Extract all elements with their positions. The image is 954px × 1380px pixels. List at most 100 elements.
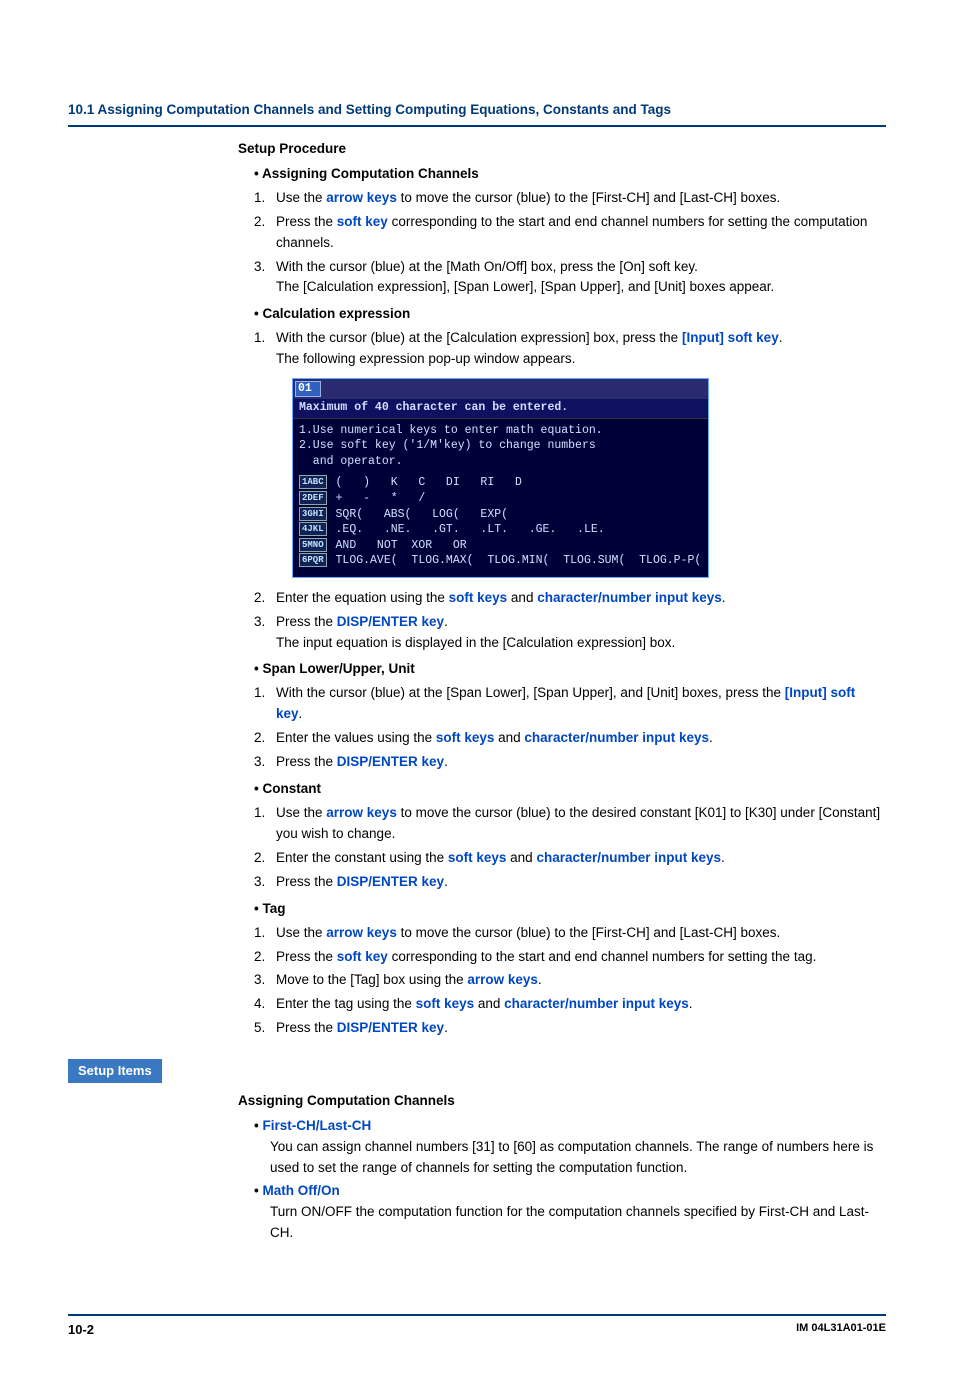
popup-inst1: 1.Use numerical keys to enter math equat… (299, 423, 702, 439)
text: Enter the constant using the (276, 850, 448, 865)
text: Press the (276, 214, 337, 229)
page-number: 10-2 (68, 1320, 94, 1340)
text: and (506, 850, 536, 865)
first-ch-link[interactable]: First-CH/Last-CH (262, 1118, 371, 1133)
text: . (299, 706, 303, 721)
span-title: Span Lower/Upper, Unit (262, 661, 414, 676)
calc-title: Calculation expression (262, 306, 410, 321)
row: ( ) K C DI RI D (329, 476, 522, 489)
text: Use the (276, 805, 326, 820)
disp-enter-link[interactable]: DISP/ENTER key (337, 754, 444, 769)
setup-assign-title: Assigning Computation Channels (238, 1091, 884, 1112)
text: The following expression pop-up window a… (276, 351, 575, 366)
span-step-1: 1. With the cursor (blue) at the [Span L… (254, 683, 884, 725)
disp-enter-link[interactable]: DISP/ENTER key (337, 614, 444, 629)
char-keys-link[interactable]: character/number input keys (504, 996, 689, 1011)
soft-keys-link[interactable]: soft keys (436, 730, 495, 745)
text: . (538, 972, 542, 987)
assign-step-1: 1. Use the arrow keys to move the cursor… (254, 188, 884, 209)
text: With the cursor (blue) at the [Calculati… (276, 330, 682, 345)
doc-id: IM 04L31A01-01E (796, 1320, 886, 1340)
expression-popup: 01 Maximum of 40 character can be entere… (292, 378, 709, 578)
calc-step-3: 3. Press the DISP/ENTER key. The input e… (254, 612, 884, 654)
tag-step-3: 3. Move to the [Tag] box using the arrow… (254, 970, 884, 991)
text: to move the cursor (blue) to the [First-… (397, 925, 780, 940)
char-keys-link[interactable]: character/number input keys (537, 590, 722, 605)
disp-enter-link[interactable]: DISP/ENTER key (337, 1020, 444, 1035)
text: . (722, 590, 726, 605)
text: corresponding to the start and end chann… (388, 949, 817, 964)
text: With the cursor (blue) at the [Math On/O… (276, 259, 698, 274)
row: + - * / (329, 492, 426, 505)
const-step-1: 1. Use the arrow keys to move the cursor… (254, 803, 884, 845)
char-keys-link[interactable]: character/number input keys (536, 850, 721, 865)
text: and (494, 730, 524, 745)
text: . (444, 754, 448, 769)
text: With the cursor (blue) at the [Span Lowe… (276, 685, 785, 700)
char-keys-link[interactable]: character/number input keys (524, 730, 709, 745)
key-4: 4JKL (299, 522, 327, 536)
row: .EQ. .NE. .GT. .LT. .GE. .LE. (329, 523, 605, 536)
span-step-3: 3. Press the DISP/ENTER key. (254, 752, 884, 773)
text: . (721, 850, 725, 865)
soft-keys-link[interactable]: soft keys (448, 850, 507, 865)
text: Enter the values using the (276, 730, 436, 745)
math-off-on-text: Turn ON/OFF the computation function for… (254, 1202, 884, 1244)
soft-keys-link[interactable]: soft keys (416, 996, 475, 1011)
text: Press the (276, 754, 337, 769)
soft-key-link[interactable]: soft key (337, 214, 388, 229)
input-soft-key-link[interactable]: [Input] soft key (682, 330, 779, 345)
tag-title: Tag (262, 901, 285, 916)
text: . (709, 730, 713, 745)
text: Enter the equation using the (276, 590, 449, 605)
assign-step-2: 2. Press the soft key corresponding to t… (254, 212, 884, 254)
tag-step-1: 1. Use the arrow keys to move the cursor… (254, 923, 884, 944)
text: Press the (276, 1020, 337, 1035)
disp-enter-link[interactable]: DISP/ENTER key (337, 874, 444, 889)
key-2: 2DEF (299, 491, 327, 505)
key-1: 1ABC (299, 475, 327, 489)
const-step-2: 2. Enter the constant using the soft key… (254, 848, 884, 869)
popup-tab: 01 (295, 381, 321, 397)
arrow-keys-link[interactable]: arrow keys (326, 805, 397, 820)
text: . (779, 330, 783, 345)
setup-procedure-title: Setup Procedure (238, 139, 884, 160)
arrow-keys-link[interactable]: arrow keys (326, 190, 397, 205)
constant-title: Constant (262, 781, 321, 796)
text: Press the (276, 614, 337, 629)
setup-items-badge: Setup Items (68, 1059, 162, 1083)
key-3: 3GHI (299, 507, 327, 521)
row: AND NOT XOR OR (329, 539, 467, 552)
text: Press the (276, 949, 337, 964)
calc-step-2: 2. Enter the equation using the soft key… (254, 588, 884, 609)
first-ch-text: You can assign channel numbers [31] to [… (254, 1137, 884, 1179)
row: TLOG.AVE( TLOG.MAX( TLOG.MIN( TLOG.SUM( … (329, 554, 702, 567)
text: and (507, 590, 537, 605)
text: and (474, 996, 504, 1011)
calc-step-1: 1. With the cursor (blue) at the [Calcul… (254, 328, 884, 577)
arrow-keys-link[interactable]: arrow keys (467, 972, 538, 987)
popup-inst3: and operator. (299, 454, 702, 470)
arrow-keys-link[interactable]: arrow keys (326, 925, 397, 940)
text: . (444, 1020, 448, 1035)
span-step-2: 2. Enter the values using the soft keys … (254, 728, 884, 749)
soft-keys-link[interactable]: soft keys (449, 590, 508, 605)
text: to move the cursor (blue) to the [First-… (397, 190, 780, 205)
tag-step-2: 2. Press the soft key corresponding to t… (254, 947, 884, 968)
math-off-on-link[interactable]: Math Off/On (262, 1183, 339, 1198)
text: Press the (276, 874, 337, 889)
row: SQR( ABS( LOG( EXP( (329, 508, 508, 521)
text: . (689, 996, 693, 1011)
text: . (444, 874, 448, 889)
key-6: 6PQR (299, 553, 327, 567)
tag-step-5: 5. Press the DISP/ENTER key. (254, 1018, 884, 1039)
section-header: 10.1 Assigning Computation Channels and … (68, 100, 886, 127)
key-5: 5MNO (299, 538, 327, 552)
assign-title: Assigning Computation Channels (262, 166, 479, 181)
assign-step-3: 3. With the cursor (blue) at the [Math O… (254, 257, 884, 299)
const-step-3: 3. Press the DISP/ENTER key. (254, 872, 884, 893)
text: Use the (276, 925, 326, 940)
text: Enter the tag using the (276, 996, 416, 1011)
text: Move to the [Tag] box using the (276, 972, 467, 987)
soft-key-link[interactable]: soft key (337, 949, 388, 964)
